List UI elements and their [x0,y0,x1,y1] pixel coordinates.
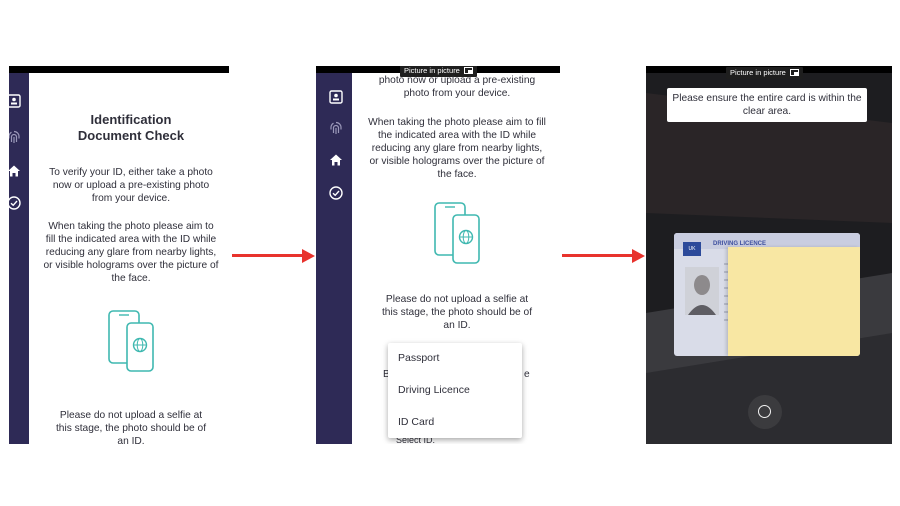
guidance-text: When taking the photo please aim to fill… [43,221,219,284]
selfie-warning-text: Please do not upload a selfie at this st… [55,410,207,444]
pip-icon [789,69,799,76]
option-id-card[interactable]: ID Card [398,416,434,428]
intro-text: To verify your ID, either take a photo n… [49,167,213,204]
sidebar [316,73,352,444]
sidebar [9,73,29,444]
status-bar [9,66,229,73]
flow-arrow-1-head [302,249,315,263]
fingerprint-icon[interactable] [328,120,344,136]
main-content: photo now or upload a pre-existing photo… [354,74,560,332]
screen-identification-check: Identification Document Check To verify … [9,66,229,444]
licence-country-flag: UK [683,242,701,256]
shutter-icon [758,405,771,418]
licence-cover-paper [728,247,860,356]
phone-passport-icon [108,310,154,372]
id-card-icon[interactable] [328,89,344,105]
pip-icon [463,67,473,74]
obscured-text-right: e [524,369,530,380]
main-content: Identification Document Check To verify … [33,112,229,444]
id-card-icon[interactable] [9,93,22,109]
fingerprint-icon[interactable] [9,129,22,145]
selfie-warning-text: Please do not upload a selfie at this st… [381,294,533,331]
page-title: Identification Document Check [77,112,185,143]
intro-text-tail: photo now or upload a pre-existing photo… [378,75,536,99]
camera-instruction: Please ensure the entire card is within … [667,88,867,122]
check-circle-icon[interactable] [328,185,344,201]
driving-licence-card: UK DRIVING LICENCE [674,233,860,356]
home-icon[interactable] [9,163,22,179]
flow-arrow-1 [232,254,304,257]
id-type-dropdown[interactable]: Passport Driving Licence ID Card [388,343,522,438]
licence-country: UK [688,246,696,252]
licence-photo [685,267,719,315]
home-icon[interactable] [328,152,344,168]
flow-arrow-2 [562,254,634,257]
option-passport[interactable]: Passport [398,352,439,364]
flow-arrow-2-head [632,249,645,263]
option-driving-licence[interactable]: Driving Licence [398,384,470,396]
guidance-text: When taking the photo please aim to fill… [368,117,546,180]
screen-select-id-type: Picture in picture photo now or upload a… [316,66,560,444]
phone-passport-icon [434,202,480,264]
picture-in-picture-badge[interactable]: Picture in picture [726,67,803,79]
pip-label: Picture in picture [730,68,786,77]
screen-camera-capture: Picture in picture Please ensure the ent… [646,66,892,444]
check-circle-icon[interactable] [9,195,22,211]
shutter-button[interactable] [748,395,782,429]
